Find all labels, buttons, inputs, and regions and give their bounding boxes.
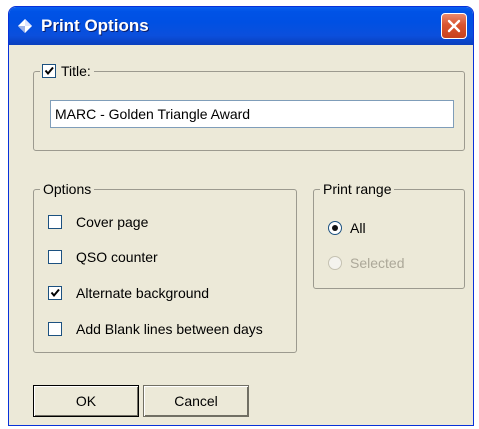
close-button[interactable] bbox=[441, 13, 467, 39]
qso-counter-label: QSO counter bbox=[76, 249, 158, 265]
checkmark-icon bbox=[44, 66, 54, 76]
all-radio[interactable] bbox=[328, 221, 342, 235]
title-input[interactable]: MARC - Golden Triangle Award bbox=[50, 100, 454, 128]
blank-lines-checkbox[interactable] bbox=[48, 322, 62, 336]
print-range-groupbox: Print range All Selected bbox=[313, 181, 465, 289]
checkmark-icon bbox=[50, 288, 60, 298]
close-icon bbox=[447, 19, 461, 33]
alternate-background-checkbox[interactable] bbox=[48, 286, 62, 300]
title-groupbox: Title: MARC - Golden Triangle Award bbox=[33, 63, 465, 151]
blank-lines-label: Add Blank lines between days bbox=[76, 321, 263, 337]
title-bar[interactable]: Print Options bbox=[9, 7, 473, 45]
title-checkbox[interactable] bbox=[42, 64, 56, 78]
selected-radio-label: Selected bbox=[350, 255, 405, 271]
options-legend: Options bbox=[40, 181, 95, 197]
ok-button[interactable]: OK bbox=[33, 385, 139, 417]
all-radio-label: All bbox=[350, 220, 366, 236]
cover-page-label: Cover page bbox=[76, 214, 149, 230]
title-legend: Title: bbox=[40, 63, 94, 79]
title-checkbox-label: Title: bbox=[61, 63, 91, 79]
cover-page-checkbox[interactable] bbox=[48, 215, 62, 229]
diamond-icon bbox=[17, 18, 33, 34]
options-groupbox: Options Cover page QSO counter Alternate… bbox=[33, 181, 297, 353]
print-options-dialog: Print Options Title: MARC - Golden Trian… bbox=[8, 6, 474, 426]
window-title: Print Options bbox=[41, 16, 149, 35]
print-range-legend: Print range bbox=[320, 181, 395, 197]
cancel-button[interactable]: Cancel bbox=[143, 385, 249, 417]
qso-counter-checkbox[interactable] bbox=[48, 250, 62, 264]
selected-radio[interactable] bbox=[328, 256, 342, 270]
radio-dot-icon bbox=[332, 225, 338, 231]
alternate-background-label: Alternate background bbox=[76, 285, 210, 301]
